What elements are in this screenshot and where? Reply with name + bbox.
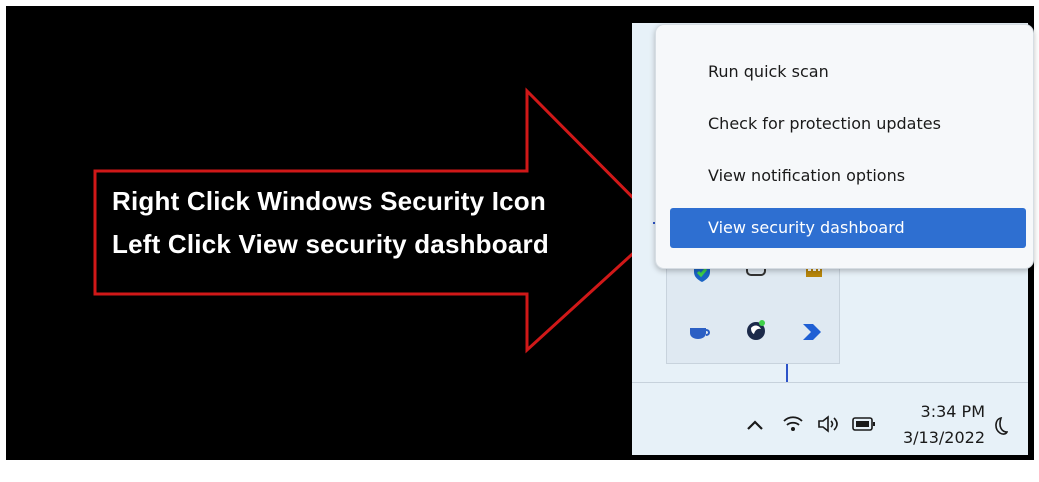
- menu-item-run-quick-scan[interactable]: Run quick scan: [670, 52, 1026, 92]
- moon-icon[interactable]: [990, 414, 1010, 438]
- menu-item-check-protection-updates[interactable]: Check for protection updates: [670, 104, 1026, 144]
- battery-icon[interactable]: [851, 414, 877, 434]
- menu-item-view-notification-options[interactable]: View notification options: [670, 156, 1026, 196]
- windows-security-context-menu: Run quick scan Check for protection upda…: [655, 24, 1034, 269]
- wifi-icon[interactable]: [781, 412, 805, 436]
- copilot-icon[interactable]: [743, 317, 769, 343]
- chevron-up-icon[interactable]: [744, 414, 766, 436]
- speaker-icon[interactable]: [816, 412, 842, 436]
- clock-date[interactable]: 3/13/2022: [885, 428, 985, 447]
- instruction-line-1: Right Click Windows Security Icon: [112, 186, 546, 216]
- clock-time[interactable]: 3:34 PM: [895, 402, 985, 421]
- teams-chat-icon[interactable]: [687, 319, 713, 345]
- power-automate-icon[interactable]: [799, 319, 825, 345]
- menu-item-view-security-dashboard[interactable]: View security dashboard: [670, 208, 1026, 248]
- instruction-line-2: Left Click View security dashboard: [112, 229, 549, 259]
